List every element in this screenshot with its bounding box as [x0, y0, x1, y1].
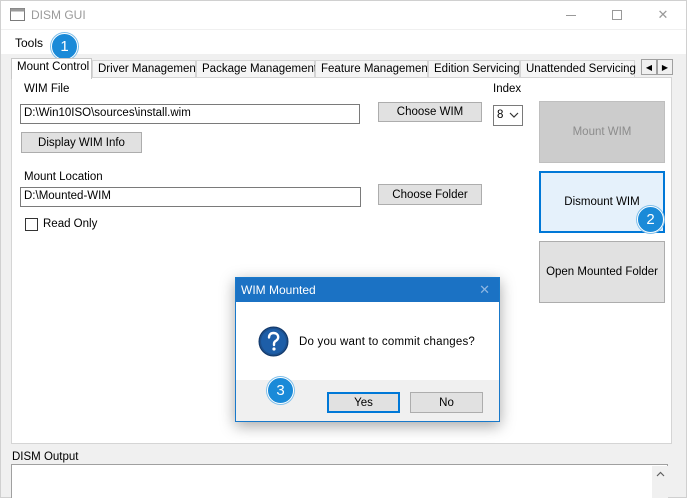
- mount-location-label: Mount Location: [24, 171, 103, 183]
- no-button[interactable]: No: [410, 392, 483, 413]
- question-icon: [258, 326, 289, 357]
- dialog-title-bar[interactable]: WIM Mounted ✕: [236, 278, 499, 302]
- open-mounted-folder-button[interactable]: Open Mounted Folder: [539, 241, 665, 303]
- maximize-icon: [612, 10, 622, 20]
- tab-scroll-left-button[interactable]: ◀: [641, 59, 657, 75]
- annotation-badge-3: 3: [267, 377, 294, 404]
- close-button[interactable]: ✕: [640, 1, 686, 29]
- display-wim-info-button[interactable]: Display WIM Info: [21, 132, 142, 153]
- choose-folder-button[interactable]: Choose Folder: [378, 184, 482, 205]
- dism-output-label: DISM Output: [12, 451, 79, 463]
- minimize-button[interactable]: [548, 1, 594, 29]
- arrow-right-icon: ▶: [661, 62, 669, 72]
- chevron-down-icon: [509, 112, 519, 118]
- yes-button[interactable]: Yes: [327, 392, 400, 413]
- close-icon: ✕: [657, 7, 669, 22]
- dism-output-textarea[interactable]: [11, 464, 668, 498]
- tab-unattended-servicing[interactable]: Unattended Servicing: [520, 60, 636, 78]
- annotation-badge-1: 1: [51, 33, 78, 60]
- tab-scroll-right-button[interactable]: ▶: [657, 59, 673, 75]
- scroll-up-button[interactable]: [652, 466, 668, 482]
- menu-tools[interactable]: Tools: [15, 36, 43, 50]
- annotation-badge-2: 2: [637, 206, 664, 233]
- window-title: DISM GUI: [31, 8, 86, 22]
- mount-wim-button[interactable]: Mount WIM: [539, 101, 665, 163]
- read-only-checkbox[interactable]: [25, 218, 38, 231]
- index-select[interactable]: 8: [493, 105, 523, 126]
- maximize-button[interactable]: [594, 1, 640, 29]
- dialog-close-icon[interactable]: ✕: [479, 282, 490, 298]
- index-select-value: 8: [497, 109, 504, 121]
- title-bar[interactable]: DISM GUI ✕: [1, 1, 686, 29]
- dialog-title: WIM Mounted: [241, 283, 316, 297]
- menu-bar: Tools: [1, 30, 686, 54]
- read-only-label: Read Only: [43, 218, 98, 230]
- tab-strip: Mount Control Driver Management Package …: [11, 58, 674, 79]
- minimize-icon: [566, 14, 576, 16]
- tab-mount-control[interactable]: Mount Control: [11, 58, 92, 79]
- output-scrollbar[interactable]: [652, 466, 668, 498]
- dialog-message: Do you want to commit changes?: [299, 336, 476, 348]
- chevron-up-icon: [656, 471, 664, 477]
- mount-location-input[interactable]: D:\Mounted-WIM: [20, 187, 361, 207]
- tab-package-management[interactable]: Package Management: [196, 60, 317, 78]
- tab-driver-management[interactable]: Driver Management: [92, 60, 199, 78]
- tab-feature-management[interactable]: Feature Management: [315, 60, 431, 78]
- index-label: Index: [493, 83, 522, 95]
- wim-file-input[interactable]: D:\Win10ISO\sources\install.wim: [20, 104, 360, 124]
- arrow-left-icon: ◀: [645, 62, 653, 72]
- tab-edition-servicing[interactable]: Edition Servicing: [428, 60, 520, 78]
- choose-wim-button[interactable]: Choose WIM: [378, 102, 482, 122]
- wim-file-label: WIM File: [24, 83, 70, 95]
- main-window: DISM GUI ✕ Tools 1 Mount Control Driver …: [0, 0, 687, 498]
- app-window-icon: [10, 8, 25, 21]
